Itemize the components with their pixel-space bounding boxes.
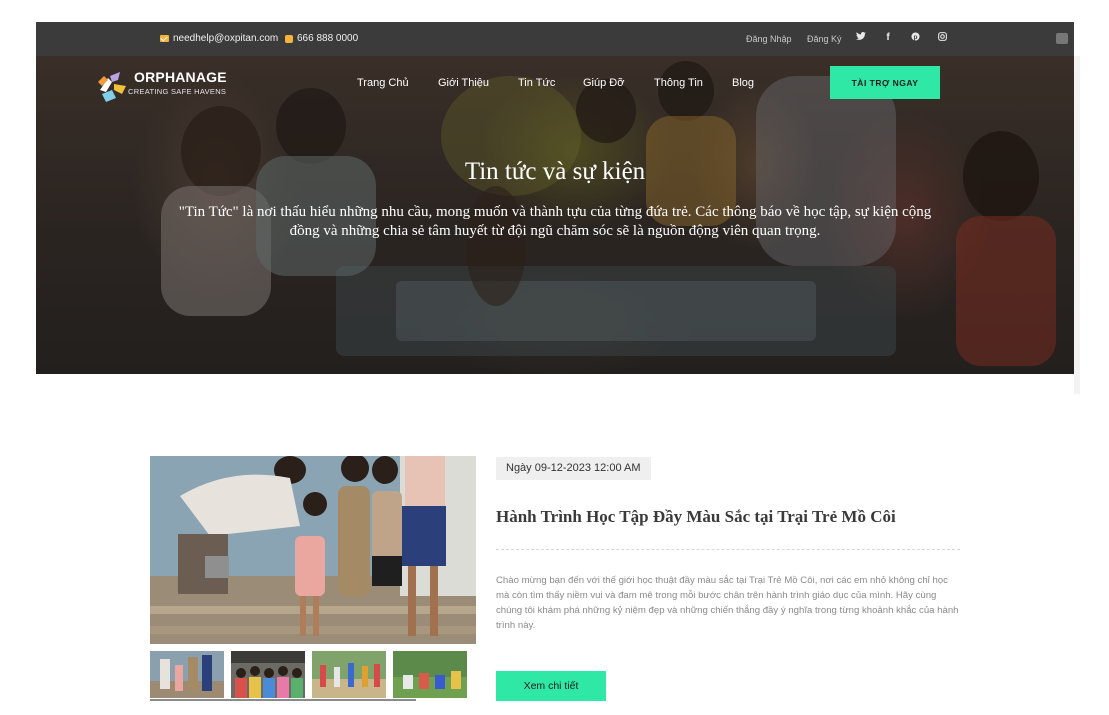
top-bar: needhelp@oxpitan.com 666 888 0000 Đăng N… <box>36 22 1074 56</box>
thumbnail-1[interactable] <box>150 651 224 698</box>
photo-thumbnails <box>150 651 476 701</box>
nav-item-news[interactable]: Tin Tức <box>518 77 555 89</box>
twitter-icon[interactable] <box>855 32 867 44</box>
page-header: needhelp@oxpitan.com 666 888 0000 Đăng N… <box>36 22 1074 374</box>
thumbnail-3[interactable] <box>312 651 386 698</box>
right-edge-strip <box>1074 56 1080 394</box>
post-title[interactable]: Hành Trình Học Tập Đầy Màu Sắc tại Trại … <box>496 507 966 527</box>
nav-item-blog[interactable]: Blog <box>732 77 754 89</box>
post-excerpt: Chào mừng bạn đến với thế giới học thuật… <box>496 575 959 631</box>
instagram-icon[interactable] <box>936 32 948 44</box>
hero-description: "Tin Tức" là nơi thấu hiểu những nhu cầu… <box>178 204 932 239</box>
site-logo[interactable]: ORPHANAGE CREATING SAFE HAVENS <box>94 66 234 106</box>
view-detail-button[interactable]: Xem chi tiết <box>496 671 606 701</box>
svg-text:p: p <box>913 34 917 41</box>
logo-tagline: CREATING SAFE HAVENS <box>128 87 227 96</box>
nav-item-help[interactable]: Giúp Đỡ <box>583 77 624 89</box>
phone-text[interactable]: 666 888 0000 <box>297 33 358 44</box>
children-photo <box>150 456 476 644</box>
post-main-photo[interactable] <box>150 456 476 644</box>
mail-icon <box>160 35 169 42</box>
register-link[interactable]: Đăng Ký <box>807 34 842 44</box>
corner-image-icon[interactable] <box>1056 33 1068 44</box>
facebook-icon[interactable]: f <box>882 32 894 43</box>
email-contact[interactable]: needhelp@oxpitan.com <box>160 33 278 44</box>
nav-item-home[interactable]: Trang Chủ <box>357 77 409 89</box>
thumbnail-2[interactable] <box>231 651 305 698</box>
logo-name: ORPHANAGE <box>134 69 227 85</box>
title-divider <box>496 549 960 550</box>
phone-contact[interactable]: 666 888 0000 <box>285 33 358 44</box>
thumbnail-scrollbar[interactable] <box>150 699 416 701</box>
nav-item-about[interactable]: Giới Thiệu <box>438 77 489 89</box>
hands-logo-icon <box>98 72 126 102</box>
donate-button[interactable]: TÀI TRỢ NGAY <box>830 66 940 99</box>
post-date-badge: Ngày 09-12-2023 12:00 AM <box>496 457 651 480</box>
email-text[interactable]: needhelp@oxpitan.com <box>173 33 278 44</box>
nav-item-info[interactable]: Thông Tin <box>654 77 703 89</box>
hero-banner: ORPHANAGE CREATING SAFE HAVENS Trang Chủ… <box>36 56 1074 374</box>
phone-icon <box>285 34 293 43</box>
pinterest-icon[interactable]: p <box>909 32 921 44</box>
hero-title: Tin tức và sự kiện <box>464 158 646 185</box>
thumbnail-4[interactable] <box>393 651 467 698</box>
login-link[interactable]: Đăng Nhập <box>746 34 792 44</box>
